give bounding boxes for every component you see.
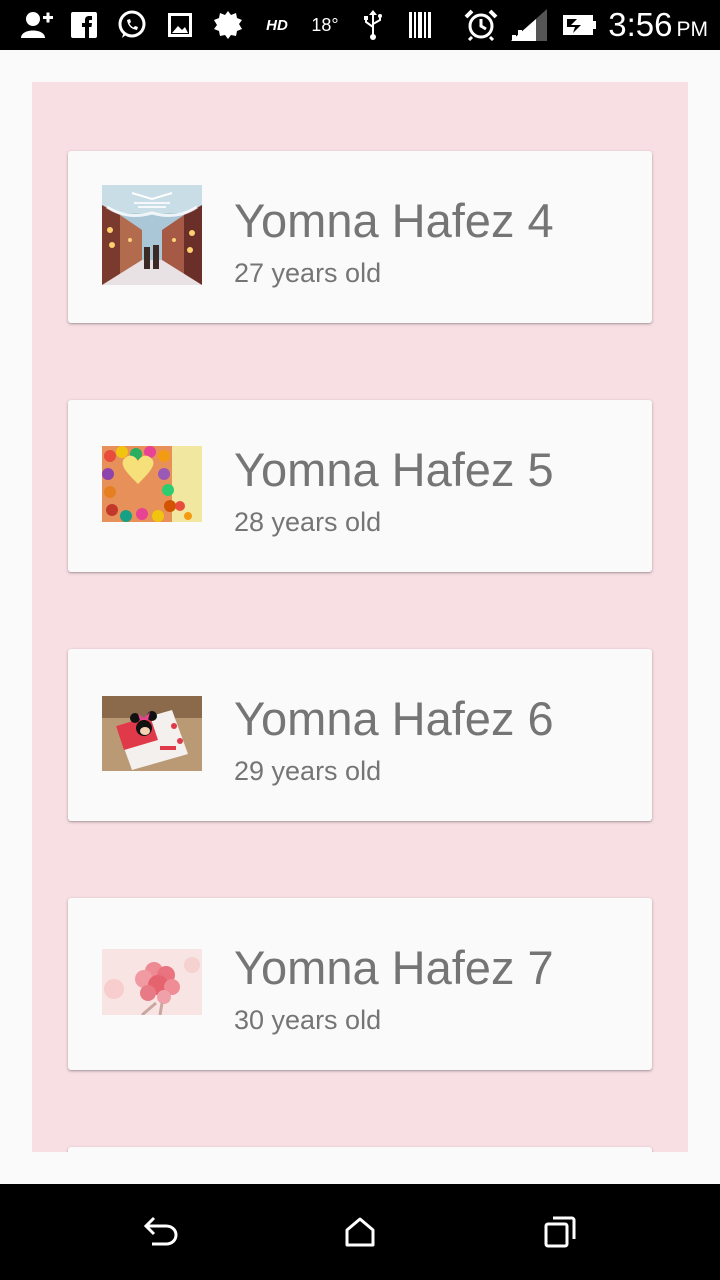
status-bar: HD 18° 3:56 PM — [0, 0, 720, 50]
list-item[interactable] — [68, 1147, 652, 1152]
item-age: 28 years old — [234, 507, 382, 537]
recent-apps-icon[interactable] — [528, 1208, 592, 1256]
winter-street-photo — [102, 185, 202, 285]
list-item[interactable]: Yomna Hafez 7 30 years old — [68, 898, 652, 1070]
hd-icon: HD — [266, 16, 288, 34]
minnie-card-photo — [102, 696, 202, 771]
list-item[interactable]: Yomna Hafez 4 27 years old — [68, 151, 652, 323]
add-contact-icon — [20, 9, 54, 41]
item-name: Yomna Hafez 4 — [234, 194, 554, 247]
candy-heart-photo — [102, 446, 202, 522]
clock: 3:56 PM — [608, 6, 708, 43]
home-icon[interactable] — [328, 1208, 392, 1256]
item-age: 27 years old — [234, 258, 382, 288]
profile-list[interactable]: Yomna Hafez 4 27 years old Yomna Hafez 5… — [32, 82, 688, 1152]
item-name: Yomna Hafez 5 — [234, 443, 554, 496]
alarm-icon — [462, 9, 500, 41]
navigation-bar — [0, 1184, 720, 1280]
settings-cog-icon — [212, 9, 244, 41]
item-age: 30 years old — [234, 1005, 382, 1035]
battery-icon — [560, 9, 598, 41]
usb-icon — [360, 9, 386, 41]
temperature-icon: 18° — [311, 14, 339, 35]
item-name: Yomna Hafez 6 — [234, 692, 554, 745]
list-item[interactable]: Yomna Hafez 5 28 years old — [68, 400, 652, 572]
signal-icon — [510, 9, 548, 41]
back-icon[interactable] — [128, 1208, 192, 1256]
facebook-icon — [70, 9, 98, 41]
pink-roses-photo — [102, 949, 202, 1015]
list-item[interactable]: Yomna Hafez 6 29 years old — [68, 649, 652, 821]
item-name: Yomna Hafez 7 — [234, 941, 554, 994]
whatsapp-icon — [116, 9, 148, 41]
barcode-icon — [406, 9, 434, 41]
gallery-icon — [166, 9, 194, 41]
item-age: 29 years old — [234, 756, 382, 786]
